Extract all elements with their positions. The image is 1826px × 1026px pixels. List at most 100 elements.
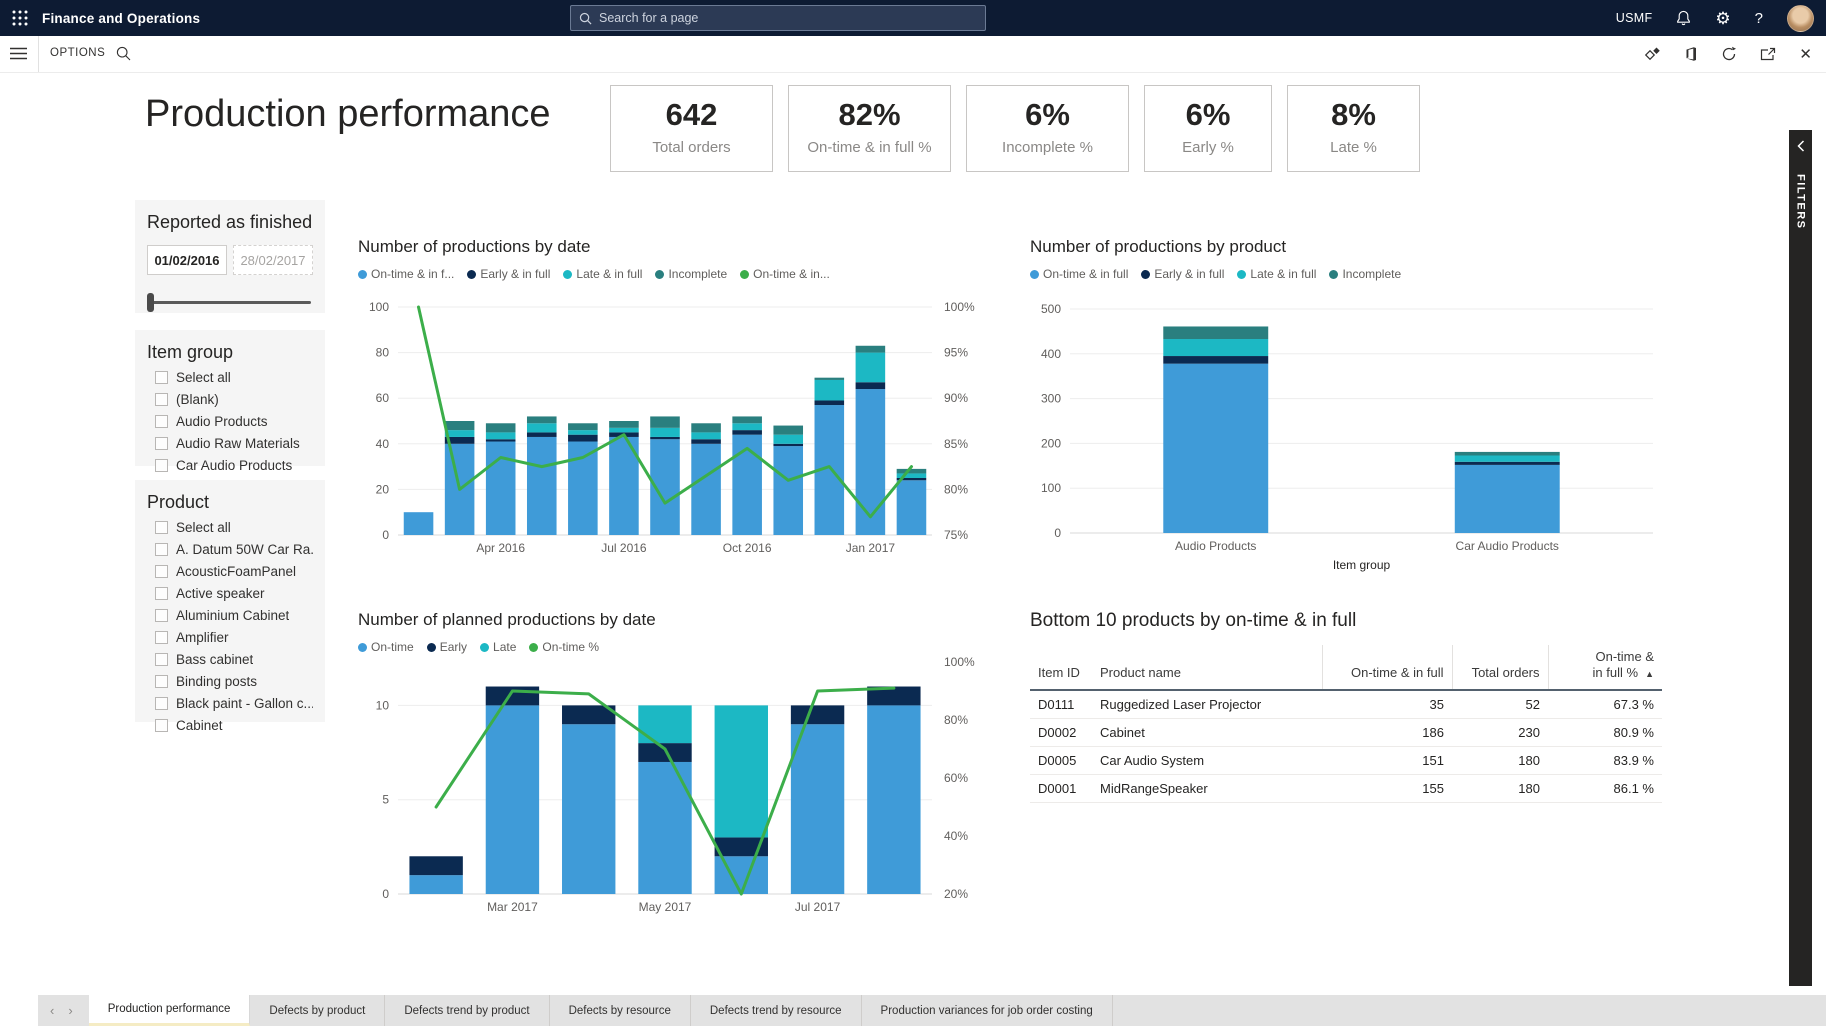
checkbox-option[interactable]: Car Audio Products xyxy=(147,458,313,473)
slider-track[interactable] xyxy=(150,301,311,304)
gear-icon[interactable]: ⚙ xyxy=(1715,10,1730,27)
personalize-icon[interactable] xyxy=(1645,47,1661,61)
checkbox-option[interactable]: Amplifier xyxy=(147,630,313,645)
chart-title: Number of planned productions by date xyxy=(358,610,986,630)
sort-ascending-icon[interactable]: ▲ xyxy=(1645,669,1654,679)
search-input[interactable]: Search for a page xyxy=(570,5,986,31)
column-header[interactable]: On-time & in full %▲ xyxy=(1548,645,1662,690)
company-picker[interactable]: USMF xyxy=(1616,11,1653,25)
column-header[interactable]: Product name xyxy=(1092,645,1322,690)
table-row[interactable]: D0001MidRangeSpeaker15518086.1 % xyxy=(1030,774,1662,802)
waffle-icon[interactable] xyxy=(10,8,30,28)
checkbox[interactable] xyxy=(155,393,168,406)
legend-dot xyxy=(1030,270,1039,279)
checkbox[interactable] xyxy=(155,437,168,450)
kpi-card[interactable]: 82%On-time & in full % xyxy=(788,85,951,172)
checkbox-option[interactable]: Binding posts xyxy=(147,674,313,689)
checkbox-option[interactable]: Audio Products xyxy=(147,414,313,429)
close-icon[interactable]: ✕ xyxy=(1799,45,1812,63)
column-header[interactable]: Total orders xyxy=(1452,645,1548,690)
start-date-input[interactable]: 01/02/2016 xyxy=(147,245,227,275)
checkbox[interactable] xyxy=(155,653,168,666)
office-icon[interactable] xyxy=(1684,46,1698,62)
report-tab-defects-by-resource[interactable]: Defects by resource xyxy=(550,995,691,1026)
column-header[interactable]: On-time & in full xyxy=(1322,645,1452,690)
kpi-card[interactable]: 642Total orders xyxy=(610,85,773,172)
popout-icon[interactable] xyxy=(1760,47,1776,61)
checkbox[interactable] xyxy=(155,719,168,732)
legend-item[interactable]: Incomplete xyxy=(655,267,727,281)
legend-item[interactable]: On-time & in f... xyxy=(358,267,454,281)
table-row[interactable]: D0111Ruggedized Laser Projector355267.3 … xyxy=(1030,690,1662,719)
checkbox-label: Audio Products xyxy=(176,414,268,429)
checkbox-option[interactable]: AcousticFoamPanel xyxy=(147,564,313,579)
tab-scroll-left-icon[interactable]: ‹ xyxy=(50,1003,54,1018)
kpi-card[interactable]: 8%Late % xyxy=(1287,85,1420,172)
kpi-card[interactable]: 6%Incomplete % xyxy=(966,85,1129,172)
checkbox[interactable] xyxy=(155,697,168,710)
legend-item[interactable]: Late xyxy=(480,640,516,654)
checkbox[interactable] xyxy=(155,675,168,688)
table-row[interactable]: D0005Car Audio System15118083.9 % xyxy=(1030,746,1662,774)
checkbox[interactable] xyxy=(155,609,168,622)
checkbox[interactable] xyxy=(155,415,168,428)
legend-item[interactable]: Incomplete xyxy=(1329,267,1401,281)
checkbox[interactable] xyxy=(155,565,168,578)
slider-handle[interactable] xyxy=(147,293,154,312)
checkbox-option[interactable]: Active speaker xyxy=(147,586,313,601)
legend-item[interactable]: On-time & in... xyxy=(740,267,830,281)
svg-text:300: 300 xyxy=(1041,392,1061,406)
options-menu[interactable]: OPTIONS xyxy=(50,47,105,59)
avatar[interactable] xyxy=(1787,5,1814,32)
checkbox-option[interactable]: A. Datum 50W Car Ra... xyxy=(147,542,313,557)
date-range-slider[interactable] xyxy=(147,292,313,312)
report-tab-defects-trend-by-resource[interactable]: Defects trend by resource xyxy=(691,995,862,1026)
hamburger-icon[interactable] xyxy=(10,47,27,65)
planned-productions-chart[interactable]: 051020%40%60%80%100%Mar 2017May 2017Jul … xyxy=(358,656,986,916)
end-date-input[interactable]: 28/02/2017 xyxy=(233,245,313,275)
bottom10-table[interactable]: Item IDProduct nameOn-time & in fullTota… xyxy=(1030,645,1662,803)
productions-by-product-chart[interactable]: 0100200300400500Audio ProductsCar Audio … xyxy=(1030,283,1665,573)
checkbox-option[interactable]: (Blank) xyxy=(147,392,313,407)
checkbox-option[interactable]: Cabinet xyxy=(147,718,313,733)
filters-panel-collapsed[interactable]: FILTERS xyxy=(1789,130,1812,986)
tab-scroll-right-icon[interactable]: › xyxy=(68,1003,72,1018)
checkbox-option[interactable]: Black paint - Gallon c... xyxy=(147,696,313,711)
checkbox-option[interactable]: Aluminium Cabinet xyxy=(147,608,313,623)
toolbar-search-icon[interactable] xyxy=(116,46,131,66)
checkbox[interactable] xyxy=(155,371,168,384)
table-row[interactable]: D0002Cabinet18623080.9 % xyxy=(1030,718,1662,746)
legend-item[interactable]: Late & in full xyxy=(1237,267,1316,281)
checkbox[interactable] xyxy=(155,587,168,600)
svg-text:0: 0 xyxy=(382,528,389,542)
checkbox[interactable] xyxy=(155,543,168,556)
checkbox-option[interactable]: Audio Raw Materials xyxy=(147,436,313,451)
legend-item[interactable]: On-time xyxy=(358,640,414,654)
report-tab-production-variances-for-job-order-costing[interactable]: Production variances for job order costi… xyxy=(862,995,1113,1026)
legend-item[interactable]: Early xyxy=(427,640,467,654)
legend-item[interactable]: Early & in full xyxy=(467,267,550,281)
checkbox-option[interactable]: Select all xyxy=(147,370,313,385)
bell-icon[interactable] xyxy=(1676,10,1691,26)
legend-item[interactable]: On-time % xyxy=(529,640,599,654)
legend-item[interactable]: Early & in full xyxy=(1141,267,1224,281)
legend-item[interactable]: Late & in full xyxy=(563,267,642,281)
help-icon[interactable]: ? xyxy=(1755,11,1763,26)
productions-by-date-chart[interactable]: 02040608010075%80%85%90%95%100%Apr 2016J… xyxy=(358,283,986,558)
refresh-icon[interactable] xyxy=(1721,46,1737,62)
kpi-value: 642 xyxy=(611,97,772,133)
checkbox[interactable] xyxy=(155,631,168,644)
report-tab-defects-trend-by-product[interactable]: Defects trend by product xyxy=(385,995,549,1026)
column-header[interactable]: Item ID xyxy=(1030,645,1092,690)
checkbox-option[interactable]: Select all xyxy=(147,520,313,535)
legend-label: On-time & in full xyxy=(1043,267,1128,281)
checkbox-option[interactable]: Bass cabinet xyxy=(147,652,313,667)
report-tab-production-performance[interactable]: Production performance xyxy=(89,995,251,1026)
checkbox[interactable] xyxy=(155,459,168,472)
report-tab-defects-by-product[interactable]: Defects by product xyxy=(250,995,385,1026)
checkbox[interactable] xyxy=(155,521,168,534)
legend-item[interactable]: On-time & in full xyxy=(1030,267,1128,281)
chevron-left-icon[interactable] xyxy=(1789,130,1812,152)
kpi-card[interactable]: 6%Early % xyxy=(1144,85,1272,172)
svg-text:80%: 80% xyxy=(944,482,968,496)
